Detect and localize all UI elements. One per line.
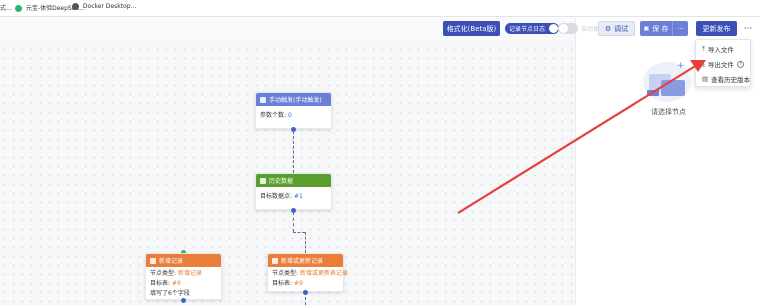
app-window: 式… 元宝-体验DeepSee... Docker Desktop... 手动触… — [0, 0, 760, 305]
annotation-arrow — [457, 60, 706, 214]
arrow-shaft — [457, 64, 698, 214]
arrow-head — [690, 60, 706, 72]
